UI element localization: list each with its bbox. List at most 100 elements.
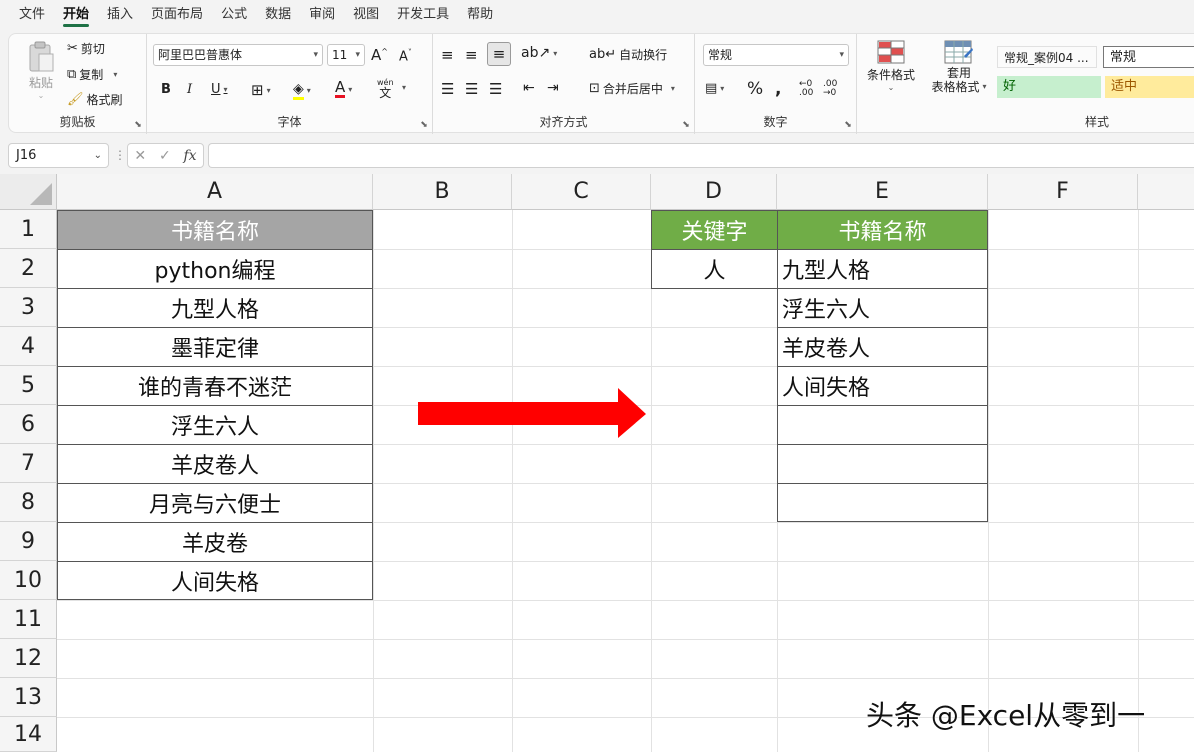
cell-e5[interactable]: 人间失格	[777, 366, 988, 406]
name-box[interactable]: J16 ⌄	[8, 143, 109, 168]
copy-button[interactable]: ⧉ 复制 ▾	[67, 66, 117, 83]
align-right-button[interactable]: ☰	[489, 80, 502, 98]
column-header-b[interactable]: B	[373, 174, 512, 210]
orientation-button[interactable]: ab↗ ▾	[521, 45, 557, 61]
cell-d2-keyword[interactable]: 人	[651, 249, 778, 289]
format-as-table-button[interactable]: 套用 表格格式 ▾	[925, 40, 993, 94]
row-header-9[interactable]: 9	[0, 522, 57, 561]
row-header-11[interactable]: 11	[0, 600, 57, 639]
bold-button[interactable]: B	[161, 82, 171, 97]
cell-d1-keyword-header[interactable]: 关键字	[651, 210, 778, 250]
percent-button[interactable]: %	[747, 79, 763, 99]
column-header-a[interactable]: A	[57, 174, 373, 210]
tab-review[interactable]: 审阅	[300, 0, 344, 30]
align-middle-button[interactable]: ≡	[465, 46, 478, 64]
select-all-button[interactable]	[0, 174, 57, 210]
align-center-button[interactable]: ☰	[465, 80, 478, 98]
increase-font-button[interactable]: A^	[371, 46, 388, 64]
tab-data[interactable]: 数据	[256, 0, 300, 30]
tab-home[interactable]: 开始	[54, 0, 98, 30]
number-format-select[interactable]: 常规 ▾	[703, 44, 849, 66]
tab-file[interactable]: 文件	[10, 0, 54, 30]
border-button[interactable]: ⊞ ▾	[251, 81, 271, 99]
column-header-d[interactable]: D	[651, 174, 777, 210]
row-header-4[interactable]: 4	[0, 327, 57, 366]
align-left-button[interactable]: ☰	[441, 80, 454, 98]
dialog-launcher-icon[interactable]: ⬊	[133, 120, 143, 130]
cell-e6[interactable]	[777, 405, 988, 445]
increase-decimal-button[interactable]: ←0.00	[799, 80, 813, 98]
conditional-format-button[interactable]: 条件格式 ⌄	[863, 40, 919, 92]
phonetic-button[interactable]: wén 文	[377, 78, 394, 99]
dialog-launcher-icon[interactable]: ⬊	[419, 120, 429, 130]
row-header-14[interactable]: 14	[0, 717, 57, 752]
underline-button[interactable]: U ▾	[211, 82, 228, 97]
cell-a4[interactable]: 墨菲定律	[57, 327, 373, 367]
tab-page-layout[interactable]: 页面布局	[142, 0, 212, 30]
row-header-5[interactable]: 5	[0, 366, 57, 405]
red-arrow-shape[interactable]	[418, 388, 648, 440]
font-color-button[interactable]: A ▾	[335, 80, 352, 98]
row-header-6[interactable]: 6	[0, 405, 57, 444]
cell-a2[interactable]: python编程	[57, 249, 373, 289]
increase-indent-button[interactable]: ⇥	[547, 80, 559, 96]
row-header-13[interactable]: 13	[0, 678, 57, 717]
tab-formulas[interactable]: 公式	[212, 0, 256, 30]
font-size-select[interactable]: 11 ▾	[327, 44, 365, 66]
row-header-1[interactable]: 1	[0, 210, 57, 249]
font-name-select[interactable]: 阿里巴巴普惠体 ▾	[153, 44, 323, 66]
cut-button[interactable]: ✂ 剪切	[67, 40, 105, 57]
cell-a8[interactable]: 月亮与六便士	[57, 483, 373, 523]
formula-bar-splitter[interactable]: ⋮	[114, 148, 126, 162]
fill-color-button[interactable]: ◈ ▾	[293, 81, 311, 100]
cell-a5[interactable]: 谁的青春不迷茫	[57, 366, 373, 406]
column-header-g[interactable]	[1138, 174, 1194, 210]
format-painter-button[interactable]: 🖌 格式刷	[67, 91, 123, 108]
decrease-indent-button[interactable]: ⇤	[523, 80, 535, 96]
decrease-font-button[interactable]: A˅	[399, 48, 412, 64]
cell-a9[interactable]: 羊皮卷	[57, 522, 373, 562]
comma-button[interactable]: ,	[775, 79, 781, 99]
paste-button[interactable]: 粘贴 ⌄	[21, 40, 61, 100]
italic-button[interactable]: I	[187, 82, 192, 97]
cell-e3[interactable]: 浮生六人	[777, 288, 988, 328]
cell-a6[interactable]: 浮生六人	[57, 405, 373, 445]
phonetic-dropdown[interactable]: ▾	[399, 83, 406, 92]
column-header-e[interactable]: E	[777, 174, 988, 210]
insert-function-icon[interactable]: fx	[184, 148, 197, 164]
decrease-decimal-button[interactable]: .00 →0	[823, 80, 837, 98]
tab-help[interactable]: 帮助	[458, 0, 502, 30]
row-header-12[interactable]: 12	[0, 639, 57, 678]
align-top-button[interactable]: ≡	[441, 46, 454, 64]
confirm-icon[interactable]: ✓	[159, 148, 171, 164]
style-neutral-cell[interactable]: 适中	[1105, 76, 1194, 98]
tab-developer[interactable]: 开发工具	[388, 0, 458, 30]
cell-e4[interactable]: 羊皮卷人	[777, 327, 988, 367]
cell-e2[interactable]: 九型人格	[777, 249, 988, 289]
row-header-7[interactable]: 7	[0, 444, 57, 483]
column-header-f[interactable]: F	[988, 174, 1138, 210]
row-header-8[interactable]: 8	[0, 483, 57, 522]
column-header-c[interactable]: C	[512, 174, 651, 210]
formula-input[interactable]	[208, 143, 1194, 168]
wrap-text-button[interactable]: ab↵ 自动换行	[589, 46, 667, 63]
style-case-cell[interactable]: 常规_案例04 ...	[997, 46, 1097, 68]
cell-e7[interactable]	[777, 444, 988, 484]
tab-view[interactable]: 视图	[344, 0, 388, 30]
cell-a3[interactable]: 九型人格	[57, 288, 373, 328]
accounting-format-button[interactable]: ▤ ▾	[705, 81, 724, 96]
cell-e1-result-header[interactable]: 书籍名称	[777, 210, 988, 250]
tab-insert[interactable]: 插入	[98, 0, 142, 30]
cancel-icon[interactable]: ✕	[134, 148, 146, 164]
dialog-launcher-icon[interactable]: ⬊	[843, 120, 853, 130]
merge-center-button[interactable]: ⊡ 合并后居中 ▾	[589, 80, 675, 97]
row-header-2[interactable]: 2	[0, 249, 57, 288]
cell-a7[interactable]: 羊皮卷人	[57, 444, 373, 484]
cell-a10[interactable]: 人间失格	[57, 561, 373, 600]
style-normal-cell[interactable]: 常规	[1103, 46, 1194, 68]
cell-e8[interactable]	[777, 483, 988, 522]
style-good-cell[interactable]: 好	[997, 76, 1101, 98]
align-bottom-button[interactable]: ≡	[487, 42, 511, 66]
row-header-3[interactable]: 3	[0, 288, 57, 327]
dialog-launcher-icon[interactable]: ⬊	[681, 120, 691, 130]
